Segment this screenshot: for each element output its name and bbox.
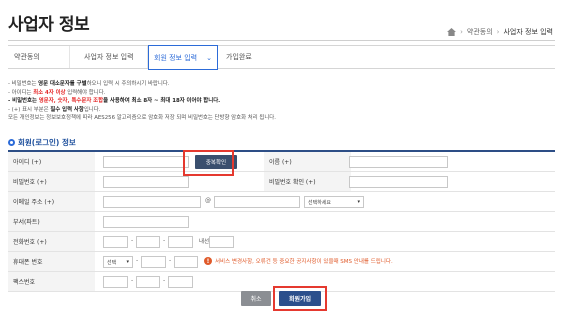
- breadcrumb-item-current: 사업자 정보 입력: [503, 28, 553, 36]
- id-label: 아이디 (+): [8, 152, 95, 171]
- dash-separator: -: [163, 237, 166, 244]
- section-title-text: 회원(로그인) 정보: [18, 138, 76, 147]
- step-member-info[interactable]: 회원 정보 입력 ⌄: [148, 45, 218, 70]
- breadcrumb: › 약관동의 › 사업자 정보 입력: [447, 27, 553, 37]
- email-local-input[interactable]: [103, 196, 201, 208]
- title-divider: [8, 40, 555, 41]
- home-icon[interactable]: [447, 28, 457, 36]
- breadcrumb-item-terms[interactable]: 약관동의: [467, 27, 493, 37]
- fax-part2-input[interactable]: [136, 276, 160, 288]
- phone-part3-input[interactable]: [168, 236, 193, 248]
- duplicate-check-highlight: [183, 150, 234, 176]
- chevron-down-icon: ⌄: [206, 53, 212, 62]
- department-input[interactable]: [103, 216, 189, 228]
- mobile-label: 휴대폰 번호: [8, 252, 95, 271]
- form-row-password: 비밀번호 (+) 비밀번호 확인 (+): [8, 172, 555, 192]
- notice-line: - (+) 표시 부분은 필수 입력 사항입니다.: [8, 106, 101, 113]
- step-member-info-label: 회원 정보 입력: [154, 53, 198, 62]
- form-row-mobile: 휴대폰 번호 선택 ▾ - - ! 서비스 변경사항, 오류건 등 중요한 공지…: [8, 252, 555, 272]
- email-domain-input[interactable]: [214, 196, 300, 208]
- mobile-prefix-select[interactable]: 선택 ▾: [103, 256, 133, 268]
- notice-line: 모든 개인정보는 정보보호정책에 따라 AES256 알고리즘으로 암호화 저장…: [8, 115, 276, 122]
- fax-part1-input[interactable]: [103, 276, 128, 288]
- form-row-phone: 전화번호 (+) - - 내선: [8, 232, 555, 252]
- phone-ext-label: 내선: [199, 239, 210, 245]
- email-label: 이메일 주소 (+): [8, 192, 95, 211]
- password-confirm-input[interactable]: [349, 176, 448, 188]
- department-label: 부서(파트): [8, 212, 95, 231]
- name-input[interactable]: [349, 156, 448, 168]
- form-row-department: 부서(파트): [8, 212, 555, 232]
- dash-separator: -: [131, 237, 134, 244]
- dash-separator: -: [136, 257, 139, 264]
- phone-label: 전화번호 (+): [8, 232, 95, 251]
- password-label: 비밀번호 (+): [8, 172, 95, 191]
- step-terms[interactable]: 약관동의: [8, 46, 70, 68]
- id-input[interactable]: [103, 156, 189, 168]
- email-domain-select[interactable]: 선택하세요 ▾: [304, 196, 364, 208]
- password-confirm-label: 비밀번호 확인 (+): [264, 172, 351, 191]
- step-tabs: 약관동의 사업자 정보 입력 회원 정보 입력 ⌄ 가입완료: [8, 45, 555, 70]
- mobile-part2-input[interactable]: [141, 256, 166, 268]
- dash-separator: -: [169, 257, 172, 264]
- password-input[interactable]: [103, 176, 189, 188]
- fax-label: 팩스번호: [8, 272, 95, 291]
- name-label: 이름 (+): [264, 152, 351, 171]
- notice-line: - 비밀번호는 영문자, 숫자, 특수문자 조합을 사용하여 최소 8자 ~ 최…: [8, 98, 221, 105]
- email-at-sign: @: [205, 197, 211, 204]
- page-title: 사업자 정보: [8, 15, 90, 35]
- sms-notice-text: 서비스 변경사항, 오류건 등 중요한 공지사항이 있을때 SMS 안내를 드립…: [215, 259, 393, 265]
- dropdown-arrow-icon: ▾: [357, 199, 360, 205]
- notice-line: - 비밀번호는 영문 대소문자를 구별하오니 입력 시 주의하시기 바랍니다.: [8, 81, 170, 87]
- mobile-part3-input[interactable]: [174, 256, 198, 268]
- form-row-id: 아이디 (+) 중복확인 이름 (+): [8, 152, 555, 172]
- warning-icon: !: [204, 257, 212, 265]
- step-complete[interactable]: 가입완료: [218, 46, 278, 68]
- join-button-highlight: [273, 286, 327, 311]
- cancel-button[interactable]: 취소: [241, 291, 271, 306]
- member-info-form: 아이디 (+) 중복확인 이름 (+) 비밀번호 (+) 비밀번호 확인 (+)…: [8, 150, 555, 292]
- breadcrumb-separator-icon: ›: [496, 28, 500, 36]
- dash-separator: -: [163, 277, 166, 284]
- step-business-info[interactable]: 사업자 정보 입력: [70, 46, 148, 68]
- phone-part2-input[interactable]: [136, 236, 160, 248]
- phone-part1-input[interactable]: [103, 236, 128, 248]
- email-domain-select-value: 선택하세요: [308, 199, 332, 206]
- form-row-email: 이메일 주소 (+) @ 선택하세요 ▾: [8, 192, 555, 212]
- fax-part3-input[interactable]: [168, 276, 193, 288]
- notice-line: - 아이디는 최소 4자 이상 입력해야 합니다.: [8, 89, 106, 96]
- dropdown-arrow-icon: ▾: [126, 259, 129, 265]
- sms-notice: ! 서비스 변경사항, 오류건 등 중요한 공지사항이 있을때 SMS 안내를 …: [204, 257, 393, 265]
- phone-ext-input[interactable]: [209, 236, 234, 248]
- section-bullet-icon: [8, 139, 15, 146]
- notice-list: - 비밀번호는 영문 대소문자를 구별하오니 입력 시 주의하시기 바랍니다. …: [8, 80, 276, 123]
- section-title: 회원(로그인) 정보: [8, 137, 76, 148]
- breadcrumb-separator-icon: ›: [460, 28, 463, 36]
- mobile-prefix-select-value: 선택: [107, 259, 117, 266]
- dash-separator: -: [131, 277, 134, 284]
